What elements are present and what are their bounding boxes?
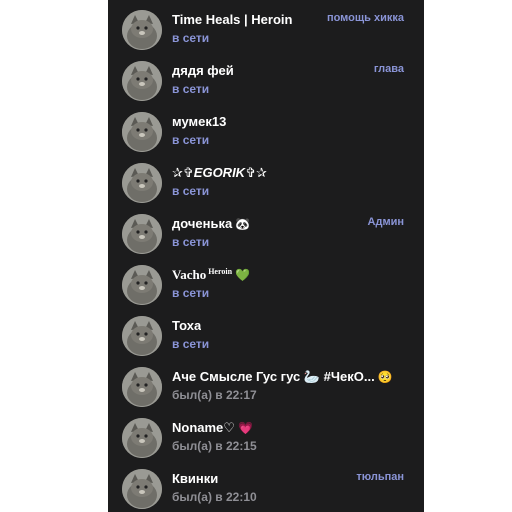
member-status: в сети	[172, 133, 210, 147]
cat-avatar-icon[interactable]	[122, 163, 162, 203]
member-status: был(а) в 22:10	[172, 490, 257, 504]
member-list: Time Heals | Heroin в сети помощь хикка …	[108, 0, 424, 512]
member-name: Vacho Heroin 💚	[172, 267, 251, 282]
member-name: Квинки	[172, 471, 219, 486]
cat-avatar-icon[interactable]	[122, 61, 162, 101]
member-status: в сети	[172, 184, 210, 198]
cat-avatar-icon[interactable]	[122, 214, 162, 254]
member-status: в сети	[172, 31, 210, 45]
member-row[interactable]: Vacho Heroin 💚 в сети	[108, 255, 424, 306]
member-row[interactable]: мумек13 в сети	[108, 102, 424, 153]
cat-avatar-icon[interactable]	[122, 10, 162, 50]
member-row[interactable]: Time Heals | Heroin в сети помощь хикка	[108, 0, 424, 51]
member-row[interactable]: Тоха в сети	[108, 306, 424, 357]
member-name: Noname♡ 💗	[172, 420, 253, 435]
member-row[interactable]: ✰✞EGORIK✞✰ в сети	[108, 153, 424, 204]
member-status: в сети	[172, 337, 210, 351]
member-name-superscript: Heroin	[208, 267, 233, 276]
member-status: в сети	[172, 286, 210, 300]
member-row[interactable]: Квинки был(а) в 22:10 тюльпан	[108, 459, 424, 510]
member-row[interactable]: Noname♡ 💗 был(а) в 22:15	[108, 408, 424, 459]
cat-avatar-icon[interactable]	[122, 112, 162, 152]
member-role: тюльпан	[356, 471, 404, 483]
member-name: Аче Смысле Гус гус 🦢 #ЧекО... 🥺	[172, 369, 393, 384]
member-name: Time Heals | Heroin	[172, 12, 293, 27]
cat-avatar-icon[interactable]	[122, 316, 162, 356]
member-status: был(а) в 22:15	[172, 439, 257, 453]
cat-avatar-icon[interactable]	[122, 418, 162, 458]
cat-avatar-icon[interactable]	[122, 367, 162, 407]
member-row[interactable]: дядя фей в сети глава	[108, 51, 424, 102]
cat-avatar-icon[interactable]	[122, 469, 162, 509]
member-name: доченька 🐼	[172, 216, 251, 231]
member-status: в сети	[172, 82, 210, 96]
member-row[interactable]: Аче Смысле Гус гус 🦢 #ЧекО... 🥺 был(а) в …	[108, 357, 424, 408]
member-name: ✰✞EGORIK✞✰	[172, 165, 267, 180]
member-name: Тоха	[172, 318, 202, 333]
green-heart-icon: 💚	[235, 268, 251, 282]
pleading-face-icon: 🥺	[377, 370, 393, 384]
member-name: мумек13	[172, 114, 227, 129]
member-name: дядя фей	[172, 63, 234, 78]
member-status: был(а) в 22:17	[172, 388, 257, 402]
member-role: глава	[373, 63, 404, 75]
member-row[interactable]: доченька 🐼 в сети Админ	[108, 204, 424, 255]
cat-avatar-icon[interactable]	[122, 265, 162, 305]
panda-icon: 🐼	[235, 217, 251, 231]
pink-heart-icon: 💗	[237, 421, 253, 435]
member-role: помощь хикка	[326, 12, 404, 24]
member-status: в сети	[172, 235, 210, 249]
member-role: Админ	[367, 216, 404, 228]
